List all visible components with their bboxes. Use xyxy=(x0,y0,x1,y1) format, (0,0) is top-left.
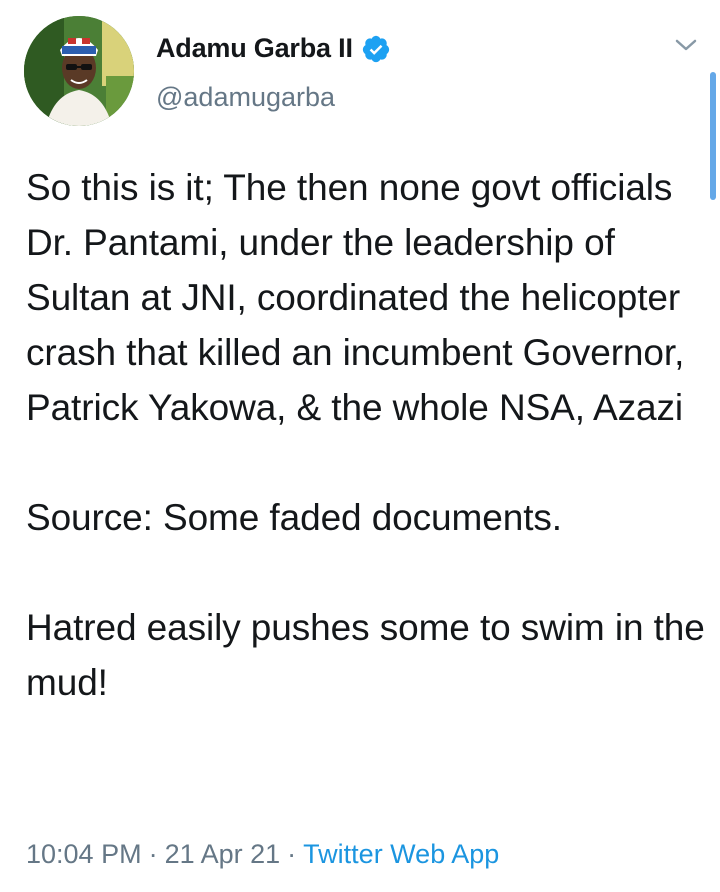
author-name-row[interactable]: Adamu Garba II xyxy=(156,33,391,64)
author-handle[interactable]: @adamugarba xyxy=(156,82,335,113)
meta-separator: · xyxy=(148,839,158,869)
tweet-meta: 10:04 PM · 21 Apr 21 · Twitter Web App xyxy=(26,839,499,870)
profile-photo-icon xyxy=(24,16,134,126)
chevron-down-icon[interactable] xyxy=(672,36,700,56)
tweet-source-link[interactable]: Twitter Web App xyxy=(303,839,499,869)
verified-badge-icon xyxy=(361,34,391,64)
tweet-time[interactable]: 10:04 PM xyxy=(26,839,142,869)
avatar[interactable] xyxy=(24,16,134,126)
tweet-paragraph: Source: Some faded documents. xyxy=(26,497,562,538)
author-display-name[interactable]: Adamu Garba II xyxy=(156,33,353,64)
tweet-text: So this is it; The then none govt offici… xyxy=(26,160,706,710)
scrollbar[interactable] xyxy=(710,72,716,200)
tweet: Adamu Garba II @adamugarba So this is it… xyxy=(0,0,720,892)
meta-separator: · xyxy=(287,839,297,869)
tweet-date[interactable]: 21 Apr 21 xyxy=(165,839,281,869)
tweet-paragraph: So this is it; The then none govt offici… xyxy=(26,167,685,428)
tweet-paragraph: Hatred easily pushes some to swim in the… xyxy=(26,607,705,703)
